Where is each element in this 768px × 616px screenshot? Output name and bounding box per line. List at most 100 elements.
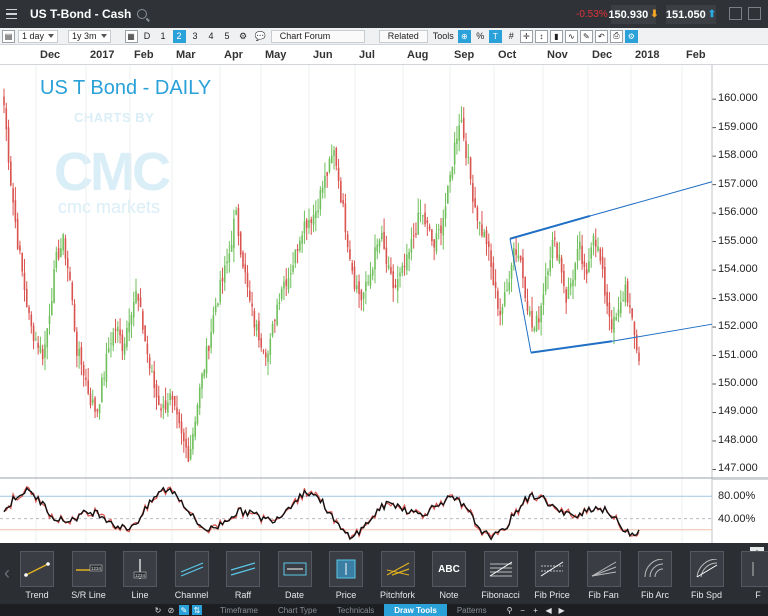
draw-tool-fib-arc[interactable]: Fib Arc	[634, 551, 676, 603]
draw-tool-fib-spd[interactable]: Fib Spd	[686, 551, 728, 603]
draw-tool-more[interactable]: F	[737, 551, 768, 603]
timeframe-2[interactable]: 2	[172, 29, 186, 43]
candle-down	[403, 266, 406, 268]
zoom-icon[interactable]: ⚲	[505, 605, 515, 615]
interval-select[interactable]: 1 day	[18, 29, 59, 43]
search-icon[interactable]	[137, 9, 148, 19]
chart-forum-button[interactable]: Chart Forum	[270, 29, 365, 43]
candle-up	[449, 174, 451, 183]
month-label: Sep	[454, 49, 475, 61]
candle-up	[210, 332, 212, 348]
candle-down	[433, 239, 435, 248]
price-tick-label: 149.000	[718, 405, 758, 418]
line-icon-label: 1234	[135, 573, 146, 578]
candle-down	[626, 281, 629, 303]
draw-tool-raff[interactable]: Raff	[222, 551, 264, 603]
timeframe-4[interactable]: 4	[205, 30, 218, 43]
add-indicator-icon[interactable]: ⊕	[457, 29, 471, 43]
maximize-window-icon[interactable]	[729, 7, 742, 20]
chat-icon[interactable]: 💬	[253, 30, 268, 43]
related-button[interactable]: Related	[378, 29, 428, 43]
draw-tool-fib-price[interactable]: Fib Price	[531, 551, 573, 603]
zoom-icon[interactable]: ↕	[534, 29, 548, 43]
scroll-left-icon[interactable]: ‹	[4, 563, 10, 584]
timeframe-3[interactable]: 3	[189, 30, 202, 43]
undo-icon[interactable]: ↶	[594, 29, 608, 43]
fib-spd-icon	[689, 551, 724, 587]
indicator-icon[interactable]: ∿	[564, 29, 578, 43]
pitchfork-icon	[380, 551, 415, 587]
candle-down	[146, 343, 149, 355]
percent-button[interactable]: %	[474, 30, 487, 43]
candle-down	[41, 349, 44, 360]
tab-patterns[interactable]: Patterns	[447, 604, 497, 616]
timeframe-d[interactable]: D	[141, 30, 154, 43]
draw-tool-date[interactable]: Date	[274, 551, 316, 603]
chart-area[interactable]: Dec 2017 Feb Mar Apr May Jun Jul Aug Sep Oct Nov Dec…	[0, 45, 768, 543]
draw-tool-line[interactable]: 1234 Line	[119, 551, 161, 603]
timeframe-5[interactable]: 5	[221, 30, 234, 43]
candle-down	[64, 238, 67, 259]
candle-up	[303, 221, 306, 234]
month-label: Jun	[313, 49, 333, 61]
buy-button[interactable]: 151.050 ⬆	[666, 5, 716, 24]
drawing-icon[interactable]: ✎	[579, 29, 593, 43]
candle-down	[326, 172, 328, 176]
draw-tool-channel[interactable]: Channel	[171, 551, 213, 603]
plus-icon[interactable]: +	[531, 605, 541, 615]
candle-up	[299, 240, 301, 251]
settings-icon[interactable]: ⚙	[624, 29, 638, 43]
draw-tool-sr-line[interactable]: 1234 S/R Line	[68, 551, 110, 603]
candle-down	[487, 241, 490, 248]
candle-down	[490, 250, 492, 268]
arrow-left-icon[interactable]: ◀	[544, 605, 554, 615]
candle-down	[581, 245, 583, 265]
pencil-icon[interactable]: ✎	[179, 605, 189, 615]
sort-icon[interactable]: ⇅	[192, 605, 202, 615]
block-icon[interactable]: ⊘	[166, 605, 176, 615]
candle-up	[235, 210, 237, 215]
timeframe-1[interactable]: 1	[157, 30, 170, 43]
tab-draw-tools[interactable]: Draw Tools	[384, 604, 447, 616]
tab-chart-type[interactable]: Chart Type	[268, 604, 327, 616]
hamburger-menu-icon[interactable]	[0, 0, 22, 28]
draw-tool-price[interactable]: Price	[325, 551, 367, 603]
price-axis[interactable]: 160.000 159.000 158.000 157.000 156.000 155.0…	[712, 65, 768, 478]
grid-button[interactable]: #	[505, 30, 518, 43]
month-label: Aug	[407, 49, 429, 61]
calendar-icon[interactable]: ▦	[124, 29, 138, 43]
draw-tool-fib-fan[interactable]: Fib Fan	[583, 551, 625, 603]
arrow-right-icon[interactable]: ▶	[557, 605, 567, 615]
print-icon[interactable]: ⎙	[609, 29, 623, 43]
text-size-icon[interactable]: T	[488, 29, 502, 43]
oscillator-axis[interactable]: 80.00% 40.00%	[712, 479, 768, 543]
buy-price: 151.050	[665, 8, 706, 21]
candle-down	[560, 257, 563, 273]
draw-tool-fibonacci[interactable]: Fibonacci	[480, 551, 522, 603]
minus-icon[interactable]: −	[518, 605, 528, 615]
candle-down	[346, 234, 349, 248]
bottom-tab-bar: ↻ ⊘ ✎ ⇅ Timeframe Chart Type Technicals …	[0, 604, 768, 616]
candle-up	[456, 138, 458, 144]
candle-up	[321, 187, 324, 193]
price-tick-label: 152.000	[718, 320, 758, 333]
raff-icon	[226, 551, 260, 587]
draw-tool-trend[interactable]: Trend	[16, 551, 58, 603]
sell-button[interactable]: 150.930 ⬇	[608, 5, 659, 24]
draw-tool-note[interactable]: ABC Note	[428, 551, 470, 603]
price-chart-svg[interactable]	[0, 65, 768, 543]
candle-up	[162, 404, 165, 409]
range-select[interactable]: 1y 3m	[68, 29, 111, 43]
chart-type-icon[interactable]: ▮	[549, 29, 563, 43]
gear-icon[interactable]: ⚙	[237, 30, 250, 43]
osc-signal-line	[3, 485, 640, 541]
candle-down	[522, 257, 524, 279]
close-window-icon[interactable]	[748, 7, 761, 20]
candle-down	[485, 230, 488, 245]
tab-timeframe[interactable]: Timeframe	[210, 604, 268, 616]
draw-tool-pitchfork[interactable]: Pitchfork	[377, 551, 419, 603]
layout-icon[interactable]: ▤	[2, 29, 15, 43]
crosshair-icon[interactable]: ✛	[519, 29, 533, 43]
refresh-icon[interactable]: ↻	[153, 605, 163, 615]
tab-technicals[interactable]: Technicals	[327, 604, 384, 616]
